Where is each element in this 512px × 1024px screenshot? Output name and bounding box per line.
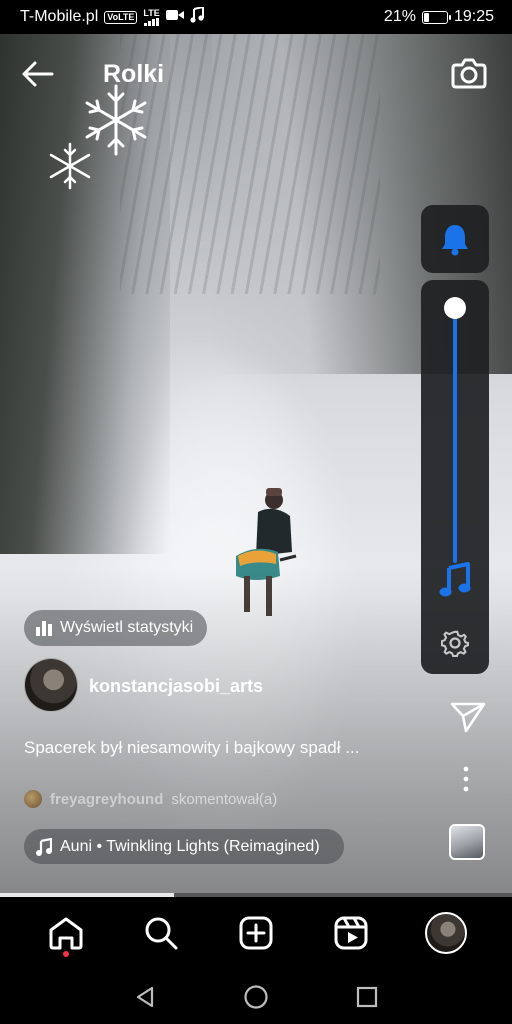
lte-label: LTE	[143, 7, 160, 18]
more-vertical-icon[interactable]	[458, 766, 474, 792]
status-right: 21% 19:25	[384, 8, 494, 26]
home-circle-icon[interactable]	[243, 984, 269, 1010]
reels-icon	[334, 916, 368, 950]
battery-icon	[421, 10, 451, 24]
music-note-small-icon	[36, 837, 52, 856]
view-insights-button[interactable]: Wyświetl statystyki	[24, 610, 208, 646]
music-note-status-icon	[190, 5, 204, 28]
clock: 19:25	[453, 8, 494, 25]
profile-avatar	[425, 912, 468, 954]
battery-fill	[423, 12, 429, 22]
author-avatar[interactable]	[24, 658, 78, 712]
commenter-avatar	[24, 790, 42, 808]
home-notification-dot	[62, 951, 69, 957]
nav-reels[interactable]	[327, 909, 375, 957]
send-icon[interactable]	[450, 700, 486, 734]
recents-square-icon[interactable]	[355, 985, 379, 1009]
view-insights-label: Wyświetl statystyki	[60, 619, 194, 636]
comment-action-label: skomentował(a)	[171, 790, 278, 808]
status-left: T-Mobile.pl VoLTE LTE	[20, 5, 204, 28]
volume-panel	[421, 280, 489, 674]
gear-icon[interactable]	[441, 629, 469, 657]
back-triangle-icon[interactable]	[133, 985, 157, 1009]
nav-profile[interactable]	[422, 909, 470, 957]
video-camera-icon	[165, 8, 184, 26]
nav-search[interactable]	[137, 909, 185, 957]
author-username[interactable]: konstancjasobi_arts	[89, 676, 263, 697]
create-icon	[239, 916, 273, 950]
page-title: Rolki	[103, 60, 165, 88]
post-caption[interactable]: Spacerek był niesamowity i bajkowy spadł…	[24, 738, 424, 758]
audio-track-label: Auni • Twinkling Lights (Reimagined)	[60, 837, 320, 855]
camera-button[interactable]	[450, 54, 488, 92]
search-icon	[145, 917, 178, 950]
snowflake-small-icon	[49, 142, 91, 190]
bar-chart-icon	[36, 621, 52, 636]
back-button[interactable]	[20, 58, 60, 90]
nav-create[interactable]	[232, 909, 280, 957]
arrow-left-icon	[22, 61, 54, 87]
camera-icon	[451, 58, 487, 89]
volte-badge: VoLTE	[104, 10, 138, 24]
system-navigation	[0, 969, 512, 1024]
comment-preview[interactable]: freyagreyhound skomentował(a)	[24, 790, 277, 808]
home-icon	[49, 917, 83, 950]
volume-slider-track[interactable]	[453, 308, 457, 563]
nav-home[interactable]	[42, 909, 90, 957]
music-note-icon[interactable]	[439, 562, 471, 598]
reels-header: Rolki	[0, 48, 512, 100]
status-bar: T-Mobile.pl VoLTE LTE 21% 19:25	[0, 0, 512, 34]
bottom-navigation	[0, 897, 512, 969]
bell-icon	[442, 225, 468, 256]
volume-slider-thumb[interactable]	[444, 297, 466, 320]
lte-signal-icon: LTE	[143, 7, 160, 26]
commenter-username: freyagreyhound	[50, 790, 164, 808]
audio-track-button[interactable]: Auni • Twinkling Lights (Reimagined)	[24, 829, 344, 864]
carrier-label: T-Mobile.pl	[20, 8, 99, 25]
battery-percent: 21%	[383, 8, 416, 25]
ringer-toggle[interactable]	[421, 205, 489, 273]
audio-thumbnail[interactable]	[449, 824, 485, 860]
